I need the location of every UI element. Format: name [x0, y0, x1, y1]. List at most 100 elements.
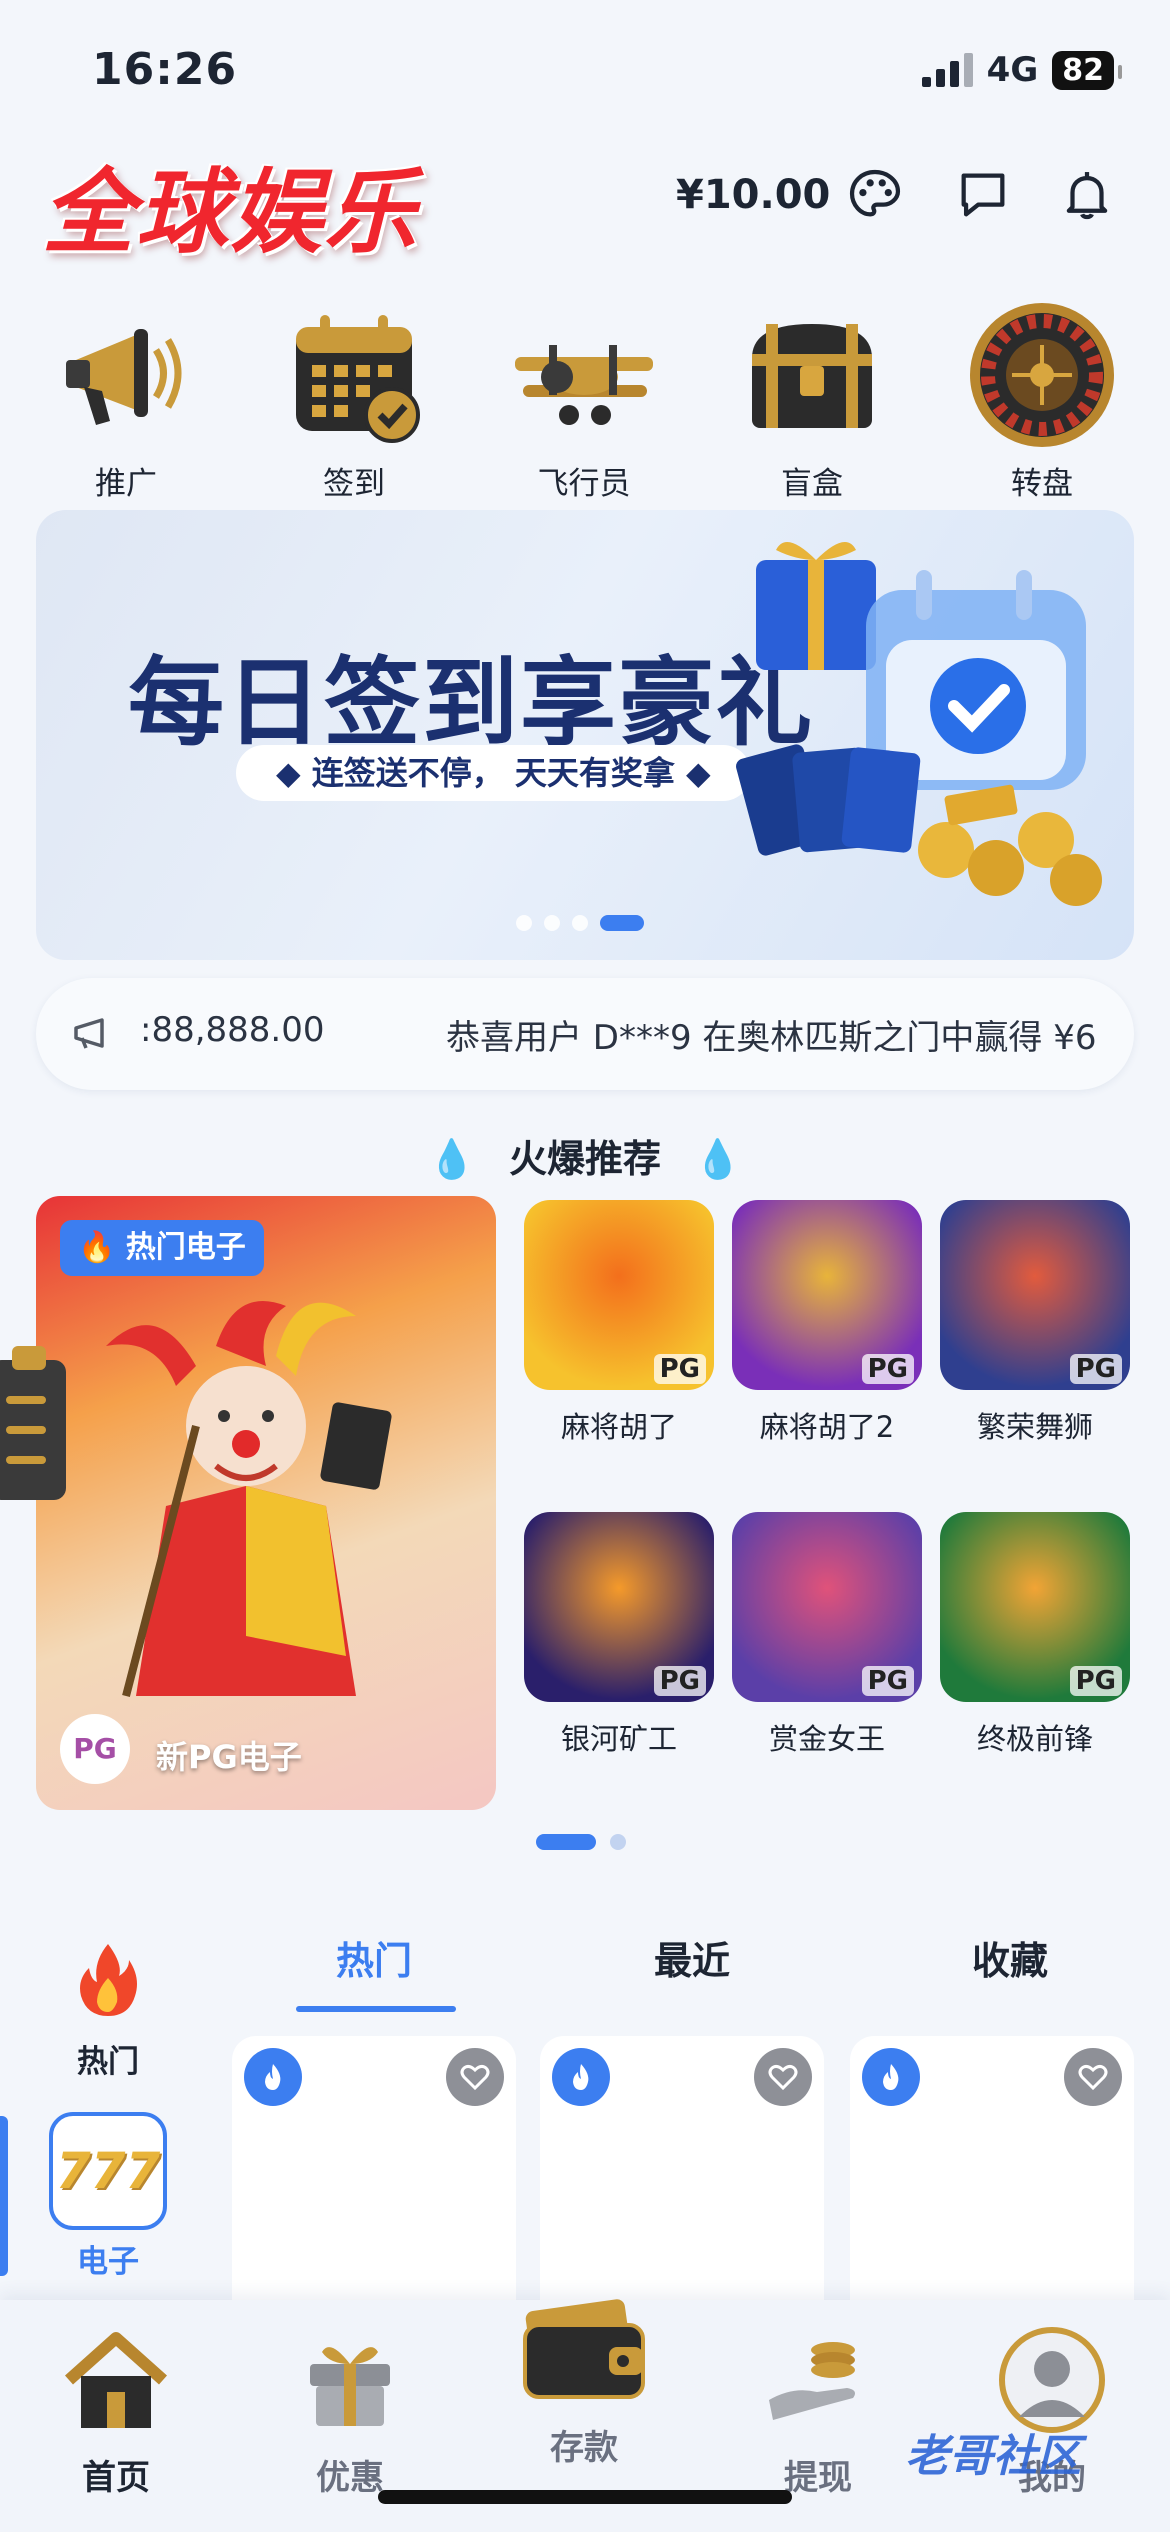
megaphone-icon [74, 1018, 104, 1049]
treasure-chest-icon [737, 300, 887, 450]
game-name: 赏金女王 [768, 1722, 885, 1756]
megaphone-icon [51, 300, 201, 450]
tab-hot[interactable]: 热门 [274, 1930, 474, 1985]
quick-nav-label: 盲盒 [781, 466, 843, 502]
quick-nav-pilot[interactable]: 飞行员 [494, 300, 674, 503]
category-label: 电子 [77, 2244, 139, 2280]
quick-nav-wheel[interactable]: 转盘 [952, 300, 1132, 503]
game-card[interactable]: PG 麻将胡了2 [732, 1200, 922, 1446]
palette-icon[interactable] [846, 166, 904, 224]
banner-title: 每日签到享豪礼 [128, 647, 814, 759]
tabbar-promotions[interactable]: 优惠 [250, 2320, 450, 2499]
battery-level: 82 [1052, 50, 1122, 90]
quick-nav-promote[interactable]: 推广 [36, 300, 216, 503]
game-thumbnail: PG [524, 1512, 714, 1702]
hot-flame-icon [862, 2048, 920, 2106]
quick-nav-blindbox[interactable]: 盲盒 [722, 300, 902, 503]
signal-icon [921, 53, 973, 87]
hot-flame-icon [244, 2048, 302, 2106]
airplane-icon [509, 300, 659, 450]
section-title-text: 火爆推荐 [508, 1137, 661, 1181]
message-icon[interactable] [954, 166, 1012, 224]
game-name: 终极前锋 [976, 1722, 1093, 1756]
hot-flame-icon [552, 2048, 610, 2106]
game-name: 麻将胡了 [560, 1410, 677, 1444]
banner-dot[interactable] [516, 915, 532, 931]
watermark-logo: 老哥社区 [905, 2431, 1081, 2482]
network-type: 4G [986, 50, 1039, 90]
tab-active-underline [296, 2006, 456, 2012]
promo-banner[interactable]: 每日签到享豪礼 ◆ 连签送不停， 天天有奖拿 ◆ [36, 510, 1134, 960]
page-dot-active[interactable] [536, 1834, 596, 1850]
favorite-heart-icon[interactable] [446, 2048, 504, 2106]
featured-name: 新PG电子 [156, 1738, 302, 1776]
featured-provider-card[interactable]: 🔥 热门电子 PG 新PG电子 [36, 1196, 496, 1810]
game-card[interactable]: PG 赏金女王 [732, 1512, 922, 1758]
provider-badge: PG [861, 1666, 914, 1696]
provider-badge: PG [653, 1354, 706, 1384]
provider-badge: PG [653, 1666, 706, 1696]
game-card-placeholder[interactable] [850, 2036, 1134, 2336]
bell-icon[interactable] [1058, 166, 1116, 224]
banner-pagination [516, 915, 644, 931]
game-thumbnail: PG [732, 1200, 922, 1390]
home-indicator [378, 2490, 792, 2504]
coins-hand-icon [758, 2320, 878, 2440]
banner-subtitle: ◆ 连签送不停， 天天有奖拿 ◆ [236, 745, 751, 801]
category-label: 热门 [77, 2044, 139, 2080]
tabbar-withdraw[interactable]: 提现 [718, 2320, 918, 2499]
banner-dot-active[interactable] [600, 915, 644, 931]
tabbar-label: 首页 [82, 2458, 150, 2498]
hot-tag-badge: 🔥 热门电子 [60, 1220, 264, 1276]
provider-badge: PG [1069, 1354, 1122, 1384]
game-card[interactable]: PG 银河矿工 [524, 1512, 714, 1758]
marquee-text: 恭喜用户 D***9 在奥林匹斯之门中赢得 ¥6 [446, 1018, 1097, 1058]
gift-icon [290, 2320, 410, 2440]
provider-badge: PG [1069, 1666, 1122, 1696]
page-dot[interactable] [610, 1834, 626, 1850]
game-card[interactable]: PG 麻将胡了 [524, 1200, 714, 1446]
provider-badge: PG [861, 1354, 914, 1384]
game-thumbnail: PG [524, 1200, 714, 1390]
banner-dot[interactable] [572, 915, 588, 931]
quick-nav-label: 签到 [323, 466, 385, 502]
favorite-heart-icon[interactable] [1064, 2048, 1122, 2106]
winner-marquee: :88,888.00 恭喜用户 D***9 在奥林匹斯之门中赢得 ¥6 [36, 978, 1134, 1090]
jester-illustration [106, 1301, 392, 1698]
tab-recent[interactable]: 最近 [592, 1930, 792, 1985]
marquee-text: :88,888.00 [140, 1010, 325, 1050]
home-icon [56, 2320, 176, 2440]
status-indicators: 4G 82 [921, 50, 1122, 90]
game-card-placeholder[interactable] [232, 2036, 516, 2336]
quick-nav-checkin[interactable]: 签到 [264, 300, 444, 503]
flame-icon: 💧 [428, 1137, 476, 1181]
fire-icon [58, 1930, 158, 2030]
category-slots[interactable]: 777 电子 [40, 2112, 176, 2281]
status-time: 16:26 [92, 44, 238, 95]
clipboard-icon[interactable] [0, 1346, 66, 1500]
tabbar-home[interactable]: 首页 [16, 2320, 216, 2499]
hot-pagination [536, 1834, 626, 1850]
calendar-icon [279, 300, 429, 450]
banner-dot[interactable] [544, 915, 560, 931]
game-card[interactable]: PG 繁荣舞狮 [940, 1200, 1130, 1446]
game-card[interactable]: PG 终极前锋 [940, 1512, 1130, 1758]
tabbar-deposit[interactable]: 存款 [484, 2290, 684, 2469]
category-active-indicator [0, 2116, 8, 2276]
game-thumbnail: PG [940, 1512, 1130, 1702]
tabbar-label: 存款 [550, 2428, 618, 2468]
quick-nav-label: 推广 [95, 466, 157, 502]
category-hot[interactable]: 热门 [40, 1930, 176, 2081]
quick-nav-label: 转盘 [1011, 466, 1073, 502]
tab-favorites[interactable]: 收藏 [910, 1930, 1110, 1985]
wallet-balance[interactable]: ¥10.00 [676, 172, 830, 218]
game-thumbnail: PG [732, 1512, 922, 1702]
calendar-gift-illustration [736, 542, 1102, 906]
slot-777-icon: 777 [49, 2112, 167, 2230]
app-logo[interactable]: 全球娱乐 [42, 138, 418, 271]
quick-nav-label: 飞行员 [537, 466, 631, 502]
hot-section-title: 💧 火爆推荐 💧 [0, 1128, 1170, 1183]
favorite-heart-icon[interactable] [754, 2048, 812, 2106]
game-name: 麻将胡了2 [759, 1410, 895, 1444]
flame-icon: 💧 [694, 1137, 742, 1181]
